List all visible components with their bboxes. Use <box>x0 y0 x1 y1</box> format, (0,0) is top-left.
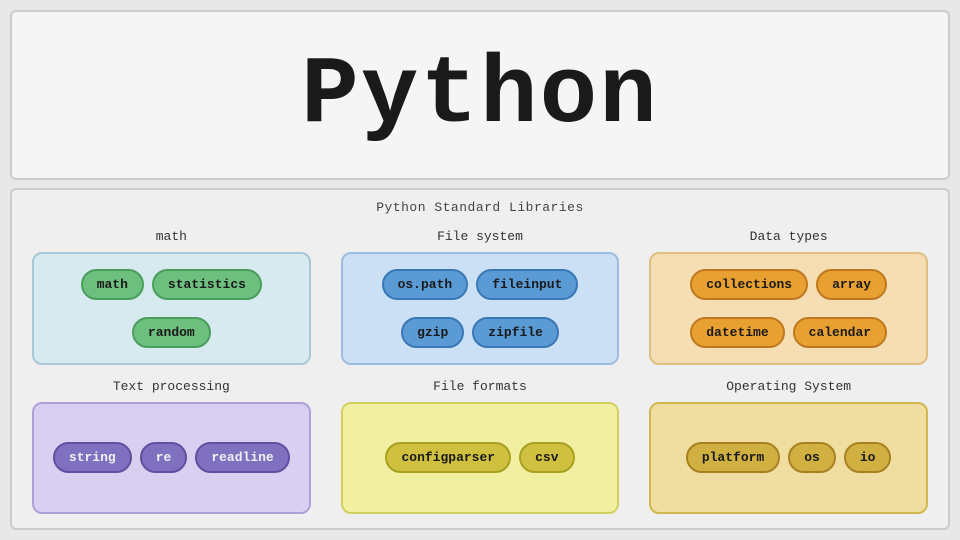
category-label-os: Operating System <box>726 379 851 394</box>
chip-datetime: datetime <box>690 317 784 348</box>
chip-statistics: statistics <box>152 269 262 300</box>
chip-readline: readline <box>195 442 289 473</box>
category-box-datatypes: collections array datetime calendar <box>649 252 928 365</box>
category-fileformats: File formats configparser csv <box>341 379 620 515</box>
page-title: Python <box>301 41 659 150</box>
chip-platform: platform <box>686 442 780 473</box>
category-box-os: platform osio <box>649 402 928 515</box>
category-box-filesystem: os.pathfileinput gzip zipfile <box>341 252 620 365</box>
chip-io: io <box>844 442 892 473</box>
category-label-math: math <box>156 229 187 244</box>
category-box-textprocessing: string rereadline <box>32 402 311 515</box>
chip-string: string <box>53 442 132 473</box>
chip-array: array <box>816 269 887 300</box>
chip-configparser: configparser <box>385 442 511 473</box>
chip-csv: csv <box>519 442 574 473</box>
category-box-fileformats: configparser csv <box>341 402 620 515</box>
chip-os-path: os.path <box>382 269 469 300</box>
panel-title: Python Standard Libraries <box>32 200 928 215</box>
libraries-panel: Python Standard Libraries math math statis… <box>10 188 950 530</box>
chip-math: math <box>81 269 144 300</box>
category-label-datatypes: Data types <box>750 229 828 244</box>
category-math: math math statistics random <box>32 229 311 365</box>
chip-calendar: calendar <box>793 317 887 348</box>
chip-re: re <box>140 442 188 473</box>
category-os: Operating System platform osio <box>649 379 928 515</box>
category-label-fileformats: File formats <box>433 379 527 394</box>
title-panel: Python <box>10 10 950 180</box>
chip-zipfile: zipfile <box>472 317 559 348</box>
chip-random: random <box>132 317 211 348</box>
chip-collections: collections <box>690 269 808 300</box>
page-wrapper: Python Python Standard Libraries mathmat… <box>0 0 960 540</box>
categories-grid: math math statistics random File system os.pa… <box>32 229 928 514</box>
category-label-textprocessing: Text processing <box>113 379 230 394</box>
chip-os: os <box>788 442 836 473</box>
chip-fileinput: fileinput <box>476 269 578 300</box>
chip-gzip: gzip <box>401 317 464 348</box>
category-label-filesystem: File system <box>437 229 523 244</box>
category-box-math: math statistics random <box>32 252 311 365</box>
category-textprocessing: Text processing string rereadline <box>32 379 311 515</box>
category-filesystem: File system os.pathfileinput gzip zipfile <box>341 229 620 365</box>
category-datatypes: Data types collections array datetime calend… <box>649 229 928 365</box>
